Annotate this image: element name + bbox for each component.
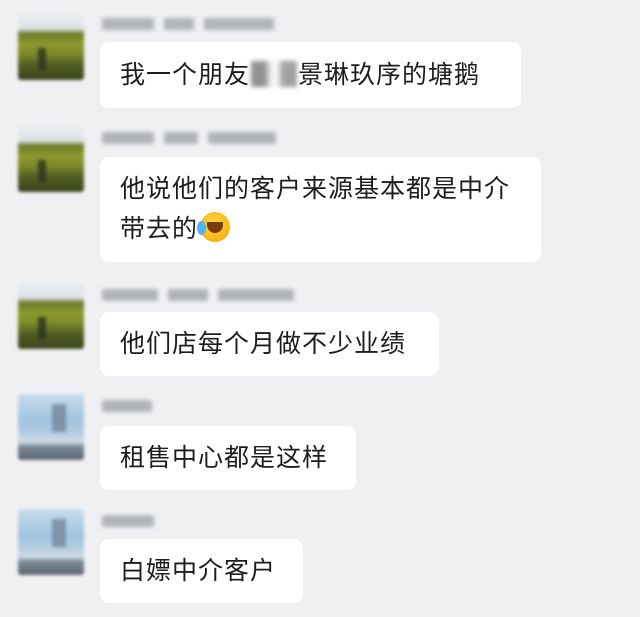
avatar[interactable] (18, 14, 84, 80)
message-text: 我一个朋友 (120, 60, 251, 89)
sender-meta-blurred (102, 16, 284, 32)
avatar[interactable] (18, 126, 84, 192)
avatar[interactable] (18, 283, 84, 349)
message-text-line: 带去的 (120, 209, 523, 249)
message-text: 景琳玖序的塘鹅 (298, 60, 481, 89)
sender-meta-blurred (102, 287, 304, 303)
avatar[interactable] (18, 394, 84, 460)
message-bubble[interactable]: 租售中心都是这样 (100, 426, 356, 490)
redacted-name (251, 61, 298, 87)
message-text: 他说他们的客户来源基本都是中介 (120, 174, 511, 203)
sender-meta-blurred (102, 398, 162, 414)
sender-meta-blurred (102, 130, 286, 146)
crying-laughing-emoji-icon (197, 212, 231, 242)
message-bubble[interactable]: 他们店每个月做不少业绩 (100, 312, 439, 376)
message-text: 带去的 (120, 214, 199, 243)
message-bubble[interactable]: 他说他们的客户来源基本都是中介 带去的 (100, 157, 541, 262)
sender-meta-blurred (102, 513, 164, 529)
message-text: 白嫖中介客户 (120, 556, 277, 585)
message-bubble[interactable]: 白嫖中介客户 (100, 539, 303, 603)
message-text: 他们店每个月做不少业绩 (120, 329, 407, 358)
message-text: 租售中心都是这样 (120, 443, 329, 472)
avatar[interactable] (18, 509, 84, 575)
message-bubble[interactable]: 我一个朋友 景琳玖序的塘鹅 (100, 42, 521, 108)
